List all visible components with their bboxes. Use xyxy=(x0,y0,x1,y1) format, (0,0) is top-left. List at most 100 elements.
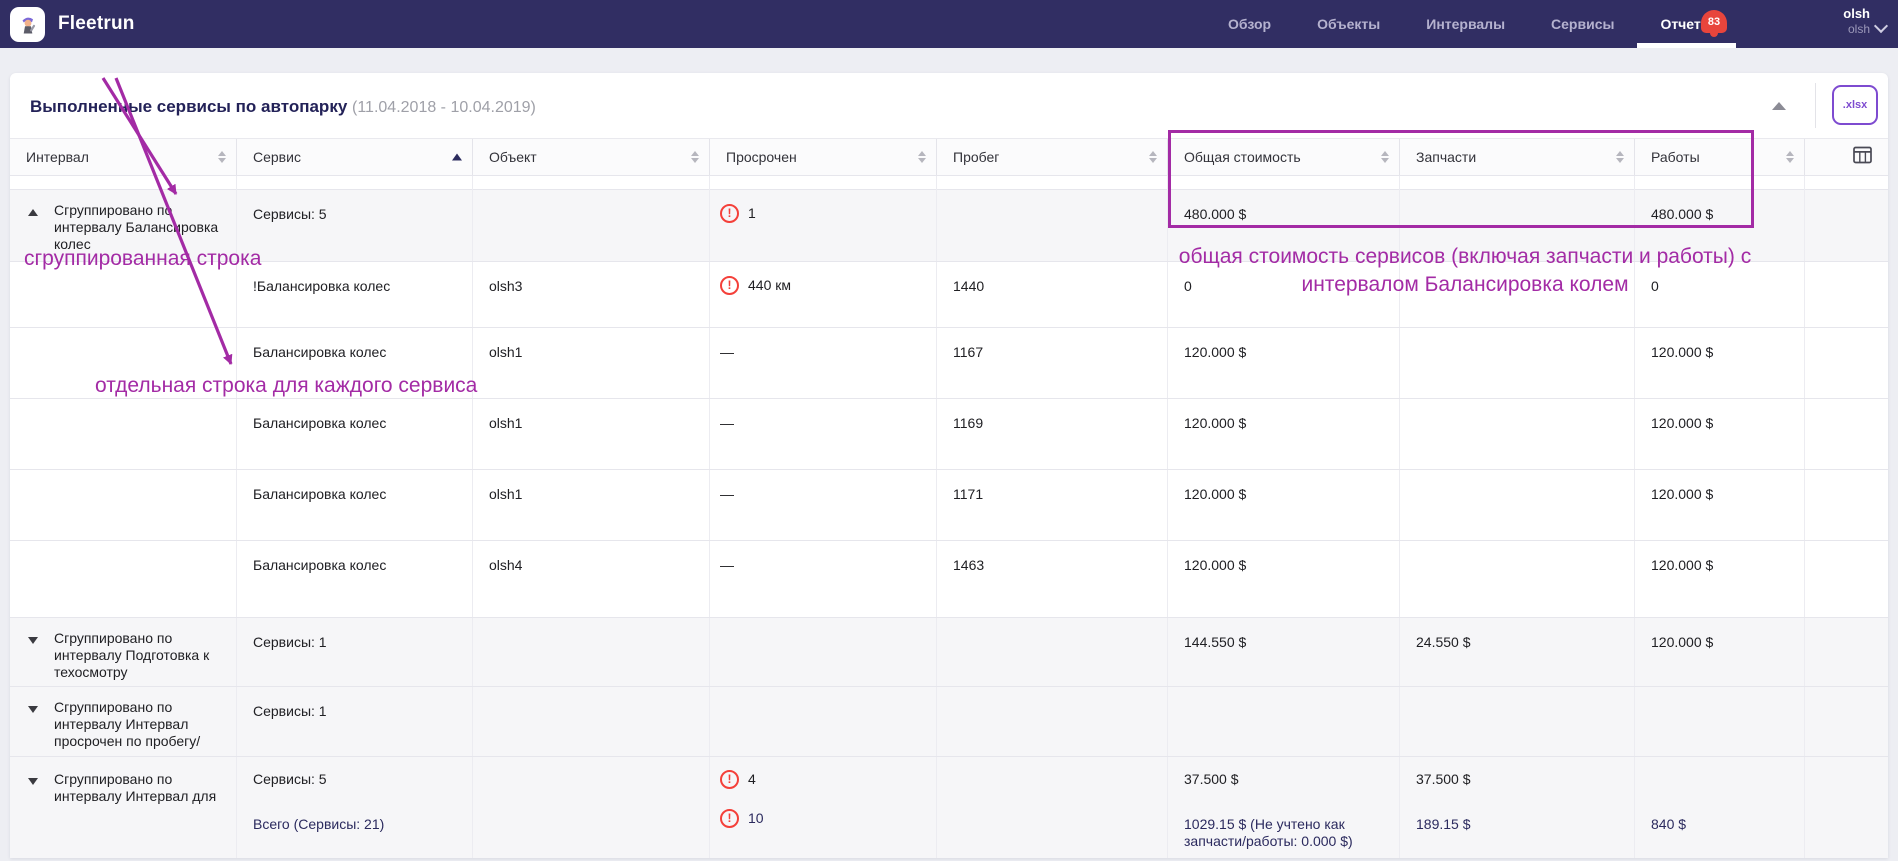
overdue-warning-icon: ! xyxy=(720,276,739,295)
expand-group-icon[interactable] xyxy=(28,778,38,785)
cell-service: Сервисы: 5 Всего (Сервисы: 21) xyxy=(237,757,473,858)
cell-total-cost: 37.500 $ 1029.15 $ (Не учтено как запчас… xyxy=(1168,757,1400,858)
cell-interval xyxy=(10,470,237,540)
table-header-row: Интервал Сервис Объект Просрочен Пробег … xyxy=(10,138,1888,176)
cell-interval xyxy=(10,399,237,469)
cell-parts xyxy=(1400,687,1635,756)
cell-object: olsh4 xyxy=(473,541,710,617)
cell-object xyxy=(473,757,710,858)
cell-overdue: ! 4 ! 10 xyxy=(710,757,937,858)
report-period: (11.04.2018 - 10.04.2019) xyxy=(352,99,536,116)
page-title: Выполненные сервисы по автопарку (11.04.… xyxy=(30,97,536,117)
column-header-total-cost[interactable]: Общая стоимость xyxy=(1168,139,1400,175)
cell-works: 120.000 $ xyxy=(1635,618,1805,686)
export-xlsx-button[interactable]: .xlsx xyxy=(1832,85,1878,125)
sort-icon[interactable] xyxy=(1381,151,1389,163)
totals-total-cost: 1029.15 $ (Не учтено как запчасти/работы… xyxy=(1184,816,1382,850)
cell-service: Балансировка колес xyxy=(237,470,473,540)
cell-interval: Сгруппировано по интервалу Интервал для xyxy=(10,757,237,858)
cell-service: Балансировка колес xyxy=(237,328,473,398)
column-header-service[interactable]: Сервис xyxy=(237,139,473,175)
cell-mileage: 1169 xyxy=(937,399,1168,469)
collapse-report-icon[interactable] xyxy=(1772,102,1786,110)
cell-interval xyxy=(10,328,237,398)
column-header-mileage[interactable]: Пробег xyxy=(937,139,1168,175)
nav-item-obekty[interactable]: Объекты xyxy=(1294,0,1403,48)
main-nav: Обзор Объекты Интервалы Сервисы Отчеты xyxy=(1205,0,1736,48)
cell-parts xyxy=(1400,262,1635,327)
cell-overdue: — xyxy=(710,328,937,398)
column-header-interval[interactable]: Интервал xyxy=(10,139,237,175)
notification-badge: 83 xyxy=(1708,16,1720,28)
sort-icon[interactable] xyxy=(218,151,226,163)
cell-interval: Сгруппировано по интервалу Балансировка … xyxy=(10,190,237,261)
cell-total-cost: 144.550 $ xyxy=(1168,618,1400,686)
cell-total-cost: 120.000 $ xyxy=(1168,328,1400,398)
service-row: Балансировка колес olsh1 — 1171 120.000 … xyxy=(10,470,1888,541)
cell-parts xyxy=(1400,470,1635,540)
cell-interval: Сгруппировано по интервалу Подготовка к … xyxy=(10,618,237,686)
sort-asc-icon[interactable] xyxy=(452,154,462,161)
group-row[interactable]: Сгруппировано по интервалу Подготовка к … xyxy=(10,618,1888,687)
group-row[interactable]: Сгруппировано по интервалу Балансировка … xyxy=(10,190,1888,262)
chevron-down-icon xyxy=(1874,19,1888,33)
sort-icon[interactable] xyxy=(1149,151,1157,163)
cell-object xyxy=(473,687,710,756)
service-row: Балансировка колес olsh1 — 1169 120.000 … xyxy=(10,399,1888,470)
sort-icon[interactable] xyxy=(918,151,926,163)
header-divider xyxy=(1815,83,1816,128)
sort-icon[interactable] xyxy=(691,151,699,163)
column-header-works[interactable]: Работы xyxy=(1635,139,1805,175)
user-name: olsh xyxy=(1843,6,1870,22)
cell-mileage xyxy=(937,757,1168,858)
column-header-parts[interactable]: Запчасти xyxy=(1400,139,1635,175)
cell-parts xyxy=(1400,190,1635,261)
cell-interval xyxy=(10,541,237,617)
expand-group-icon[interactable] xyxy=(28,706,38,713)
cell-parts xyxy=(1400,541,1635,617)
cell-mileage xyxy=(937,190,1168,261)
group-row-with-totals[interactable]: Сгруппировано по интервалу Интервал для … xyxy=(10,757,1888,858)
cell-total-cost: 120.000 $ xyxy=(1168,470,1400,540)
spacer-row xyxy=(10,176,1888,190)
nav-item-intervaly[interactable]: Интервалы xyxy=(1403,0,1528,48)
report-title: Выполненные сервисы по автопарку xyxy=(30,97,347,116)
brand-name: Fleetrun xyxy=(58,0,135,48)
nav-item-servisy[interactable]: Сервисы xyxy=(1528,0,1637,48)
nav-item-obzor[interactable]: Обзор xyxy=(1205,0,1294,48)
cell-parts xyxy=(1400,328,1635,398)
collapse-group-icon[interactable] xyxy=(28,209,38,216)
cell-service: Сервисы: 5 xyxy=(237,190,473,261)
report-table: Интервал Сервис Объект Просрочен Пробег … xyxy=(10,138,1888,858)
overdue-warning-icon: ! xyxy=(720,204,739,223)
cell-total-cost: 0 xyxy=(1168,262,1400,327)
cell-service: Сервисы: 1 xyxy=(237,618,473,686)
notifications-bell-icon[interactable]: 83 xyxy=(1701,10,1727,33)
group-row[interactable]: Сгруппировано по интервалу Интервал прос… xyxy=(10,687,1888,757)
fleetrun-logo[interactable] xyxy=(10,7,45,42)
cell-works: 120.000 $ xyxy=(1635,328,1805,398)
fleetrun-app: { "nav": { "brand": "Fleetrun", "items":… xyxy=(0,0,1898,861)
cell-overdue: — xyxy=(710,470,937,540)
report-header: Выполненные сервисы по автопарку (11.04.… xyxy=(10,73,1888,138)
totals-parts: 189.15 $ xyxy=(1416,816,1620,833)
sort-icon[interactable] xyxy=(1616,151,1624,163)
top-navbar: Fleetrun Обзор Объекты Интервалы Сервисы… xyxy=(0,0,1898,48)
overdue-warning-icon: ! xyxy=(720,770,739,789)
column-settings-cell xyxy=(1805,139,1888,175)
cell-works: 0 xyxy=(1635,262,1805,327)
cell-overdue: — xyxy=(710,541,937,617)
sort-icon[interactable] xyxy=(1786,151,1794,163)
cell-service: Балансировка колес xyxy=(237,541,473,617)
expand-group-icon[interactable] xyxy=(28,637,38,644)
cell-mileage: 1167 xyxy=(937,328,1168,398)
service-row: Балансировка колес olsh1 — 1167 120.000 … xyxy=(10,328,1888,399)
column-header-object[interactable]: Объект xyxy=(473,139,710,175)
report-card: Выполненные сервисы по автопарку (11.04.… xyxy=(10,73,1888,858)
column-header-overdue[interactable]: Просрочен xyxy=(710,139,937,175)
totals-works: 840 $ xyxy=(1651,816,1790,833)
cell-total-cost xyxy=(1168,687,1400,756)
column-settings-icon[interactable] xyxy=(1853,147,1872,168)
user-menu[interactable]: olsh olsh xyxy=(1843,6,1886,37)
cell-works: 120.000 $ xyxy=(1635,470,1805,540)
